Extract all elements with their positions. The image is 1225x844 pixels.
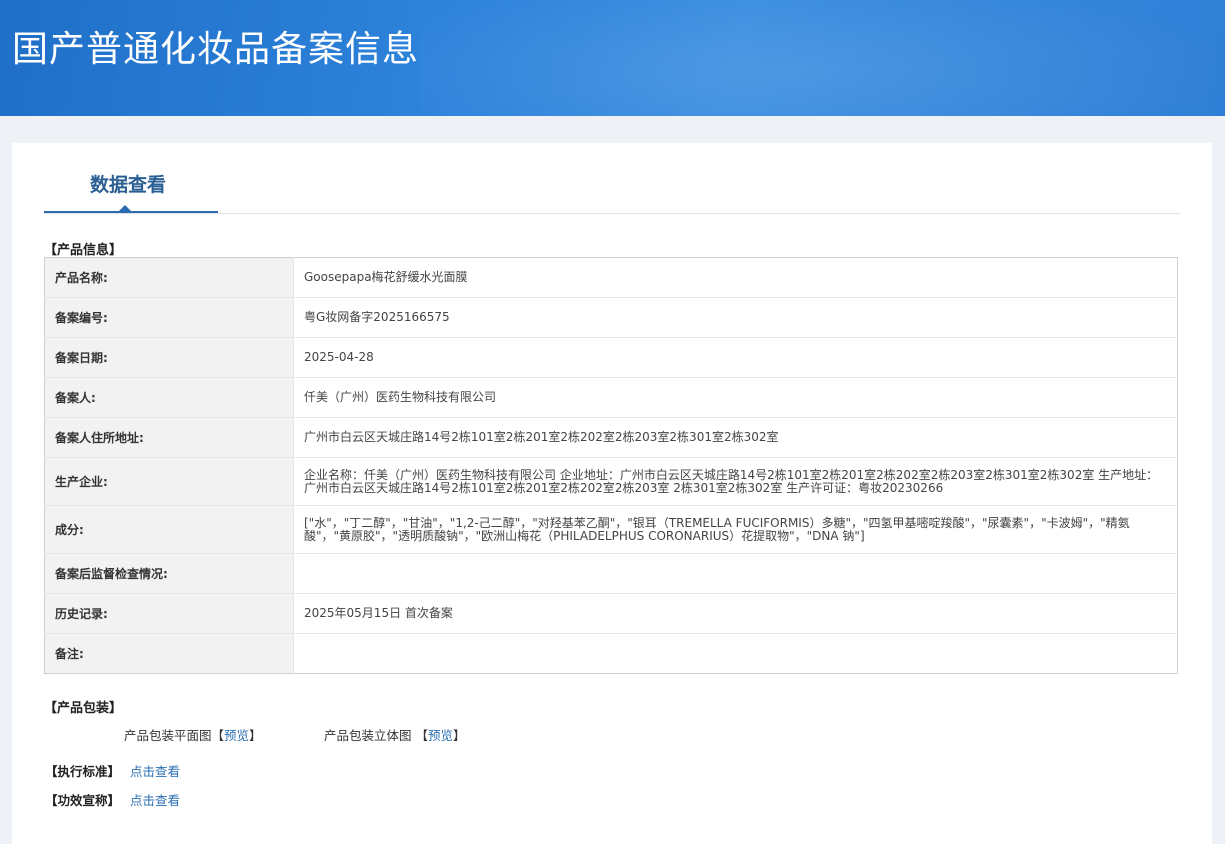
packaging-flat: 产品包装平面图【预览】 bbox=[124, 728, 262, 743]
page-title: 国产普通化妆品备案信息 bbox=[12, 29, 420, 70]
tab-data-view[interactable]: 数据查看 bbox=[44, 143, 218, 213]
table-row: 备案人住所地址: 广州市白云区天城庄路14号2栋101室2栋201室2栋202室… bbox=[44, 417, 1178, 458]
table-row: 成分: ["水"，"丁二醇"，"甘油"，"1,2-己二醇"，"对羟基苯乙酮"，"… bbox=[44, 505, 1178, 554]
efficacy-label: 【功效宣称】 bbox=[45, 793, 121, 808]
row-value: Goosepapa梅花舒缓水光面膜 bbox=[293, 257, 1178, 298]
packaging-solid-preview-link[interactable]: 预览 bbox=[428, 728, 453, 743]
row-label: 备案人住所地址: bbox=[44, 417, 294, 458]
row-value: 粤G妆网备字2025166575 bbox=[293, 297, 1178, 338]
packaging-heading: 【产品包装】 bbox=[44, 701, 123, 716]
packaging-solid-label: 产品包装立体图 bbox=[324, 728, 412, 743]
tab-indicator-icon bbox=[119, 205, 131, 211]
row-value: 仟美（广州）医药生物科技有限公司 bbox=[293, 377, 1178, 418]
row-label: 备注: bbox=[44, 633, 294, 674]
table-row: 产品名称: Goosepapa梅花舒缓水光面膜 bbox=[44, 257, 1178, 298]
standard-view-link[interactable]: 点击查看 bbox=[130, 764, 180, 779]
table-row: 备案编号: 粤G妆网备字2025166575 bbox=[44, 297, 1178, 338]
table-row: 历史记录: 2025年05月15日 首次备案 bbox=[44, 593, 1178, 634]
table-row: 备注: bbox=[44, 633, 1178, 674]
product-info-table: 产品名称: Goosepapa梅花舒缓水光面膜 备案编号: 粤G妆网备字2025… bbox=[44, 257, 1178, 674]
row-value: 2025-04-28 bbox=[293, 337, 1178, 378]
row-label: 备案编号: bbox=[44, 297, 294, 338]
table-row: 备案日期: 2025-04-28 bbox=[44, 337, 1178, 378]
efficacy-view-link[interactable]: 点击查看 bbox=[130, 793, 180, 808]
packaging-flat-preview-link[interactable]: 预览 bbox=[224, 728, 249, 743]
standard-label: 【执行标准】 bbox=[45, 764, 121, 779]
row-label: 成分: bbox=[44, 505, 294, 554]
content-panel: 数据查看 【产品信息】 产品名称: Goosepapa梅花舒缓水光面膜 备案编号… bbox=[12, 143, 1212, 844]
row-value: ["水"，"丁二醇"，"甘油"，"1,2-己二醇"，"对羟基苯乙酮"，"银耳（T… bbox=[293, 505, 1178, 554]
row-label: 生产企业: bbox=[44, 457, 294, 506]
product-info-heading: 【产品信息】 bbox=[44, 243, 123, 258]
row-value: 企业名称：仟美（广州）医药生物科技有限公司 企业地址：广州市白云区天城庄路14号… bbox=[293, 457, 1178, 506]
packaging-flat-label: 产品包装平面图 bbox=[124, 728, 212, 743]
row-value bbox=[294, 634, 1178, 674]
row-label: 备案后监督检查情况: bbox=[44, 553, 294, 594]
row-label: 历史记录: bbox=[44, 593, 294, 634]
table-row: 备案人: 仟美（广州）医药生物科技有限公司 bbox=[44, 377, 1178, 418]
row-label: 产品名称: bbox=[44, 257, 294, 298]
efficacy-row: 【功效宣称】 点击查看 bbox=[45, 790, 180, 809]
row-label: 备案日期: bbox=[44, 337, 294, 378]
standard-row: 【执行标准】 点击查看 bbox=[45, 761, 180, 780]
page-header: 国产普通化妆品备案信息 bbox=[0, 0, 1225, 116]
table-row: 生产企业: 企业名称：仟美（广州）医药生物科技有限公司 企业地址：广州市白云区天… bbox=[44, 457, 1178, 506]
table-row: 备案后监督检查情况: bbox=[44, 553, 1178, 594]
row-value: 广州市白云区天城庄路14号2栋101室2栋201室2栋202室2栋203室2栋3… bbox=[293, 417, 1178, 458]
row-label: 备案人: bbox=[44, 377, 294, 418]
packaging-solid: 产品包装立体图 【预览】 bbox=[324, 728, 466, 743]
tab-label: 数据查看 bbox=[90, 174, 167, 196]
row-value bbox=[293, 553, 1178, 594]
row-value: 2025年05月15日 首次备案 bbox=[293, 593, 1178, 634]
tab-strip: 数据查看 bbox=[44, 143, 1180, 214]
